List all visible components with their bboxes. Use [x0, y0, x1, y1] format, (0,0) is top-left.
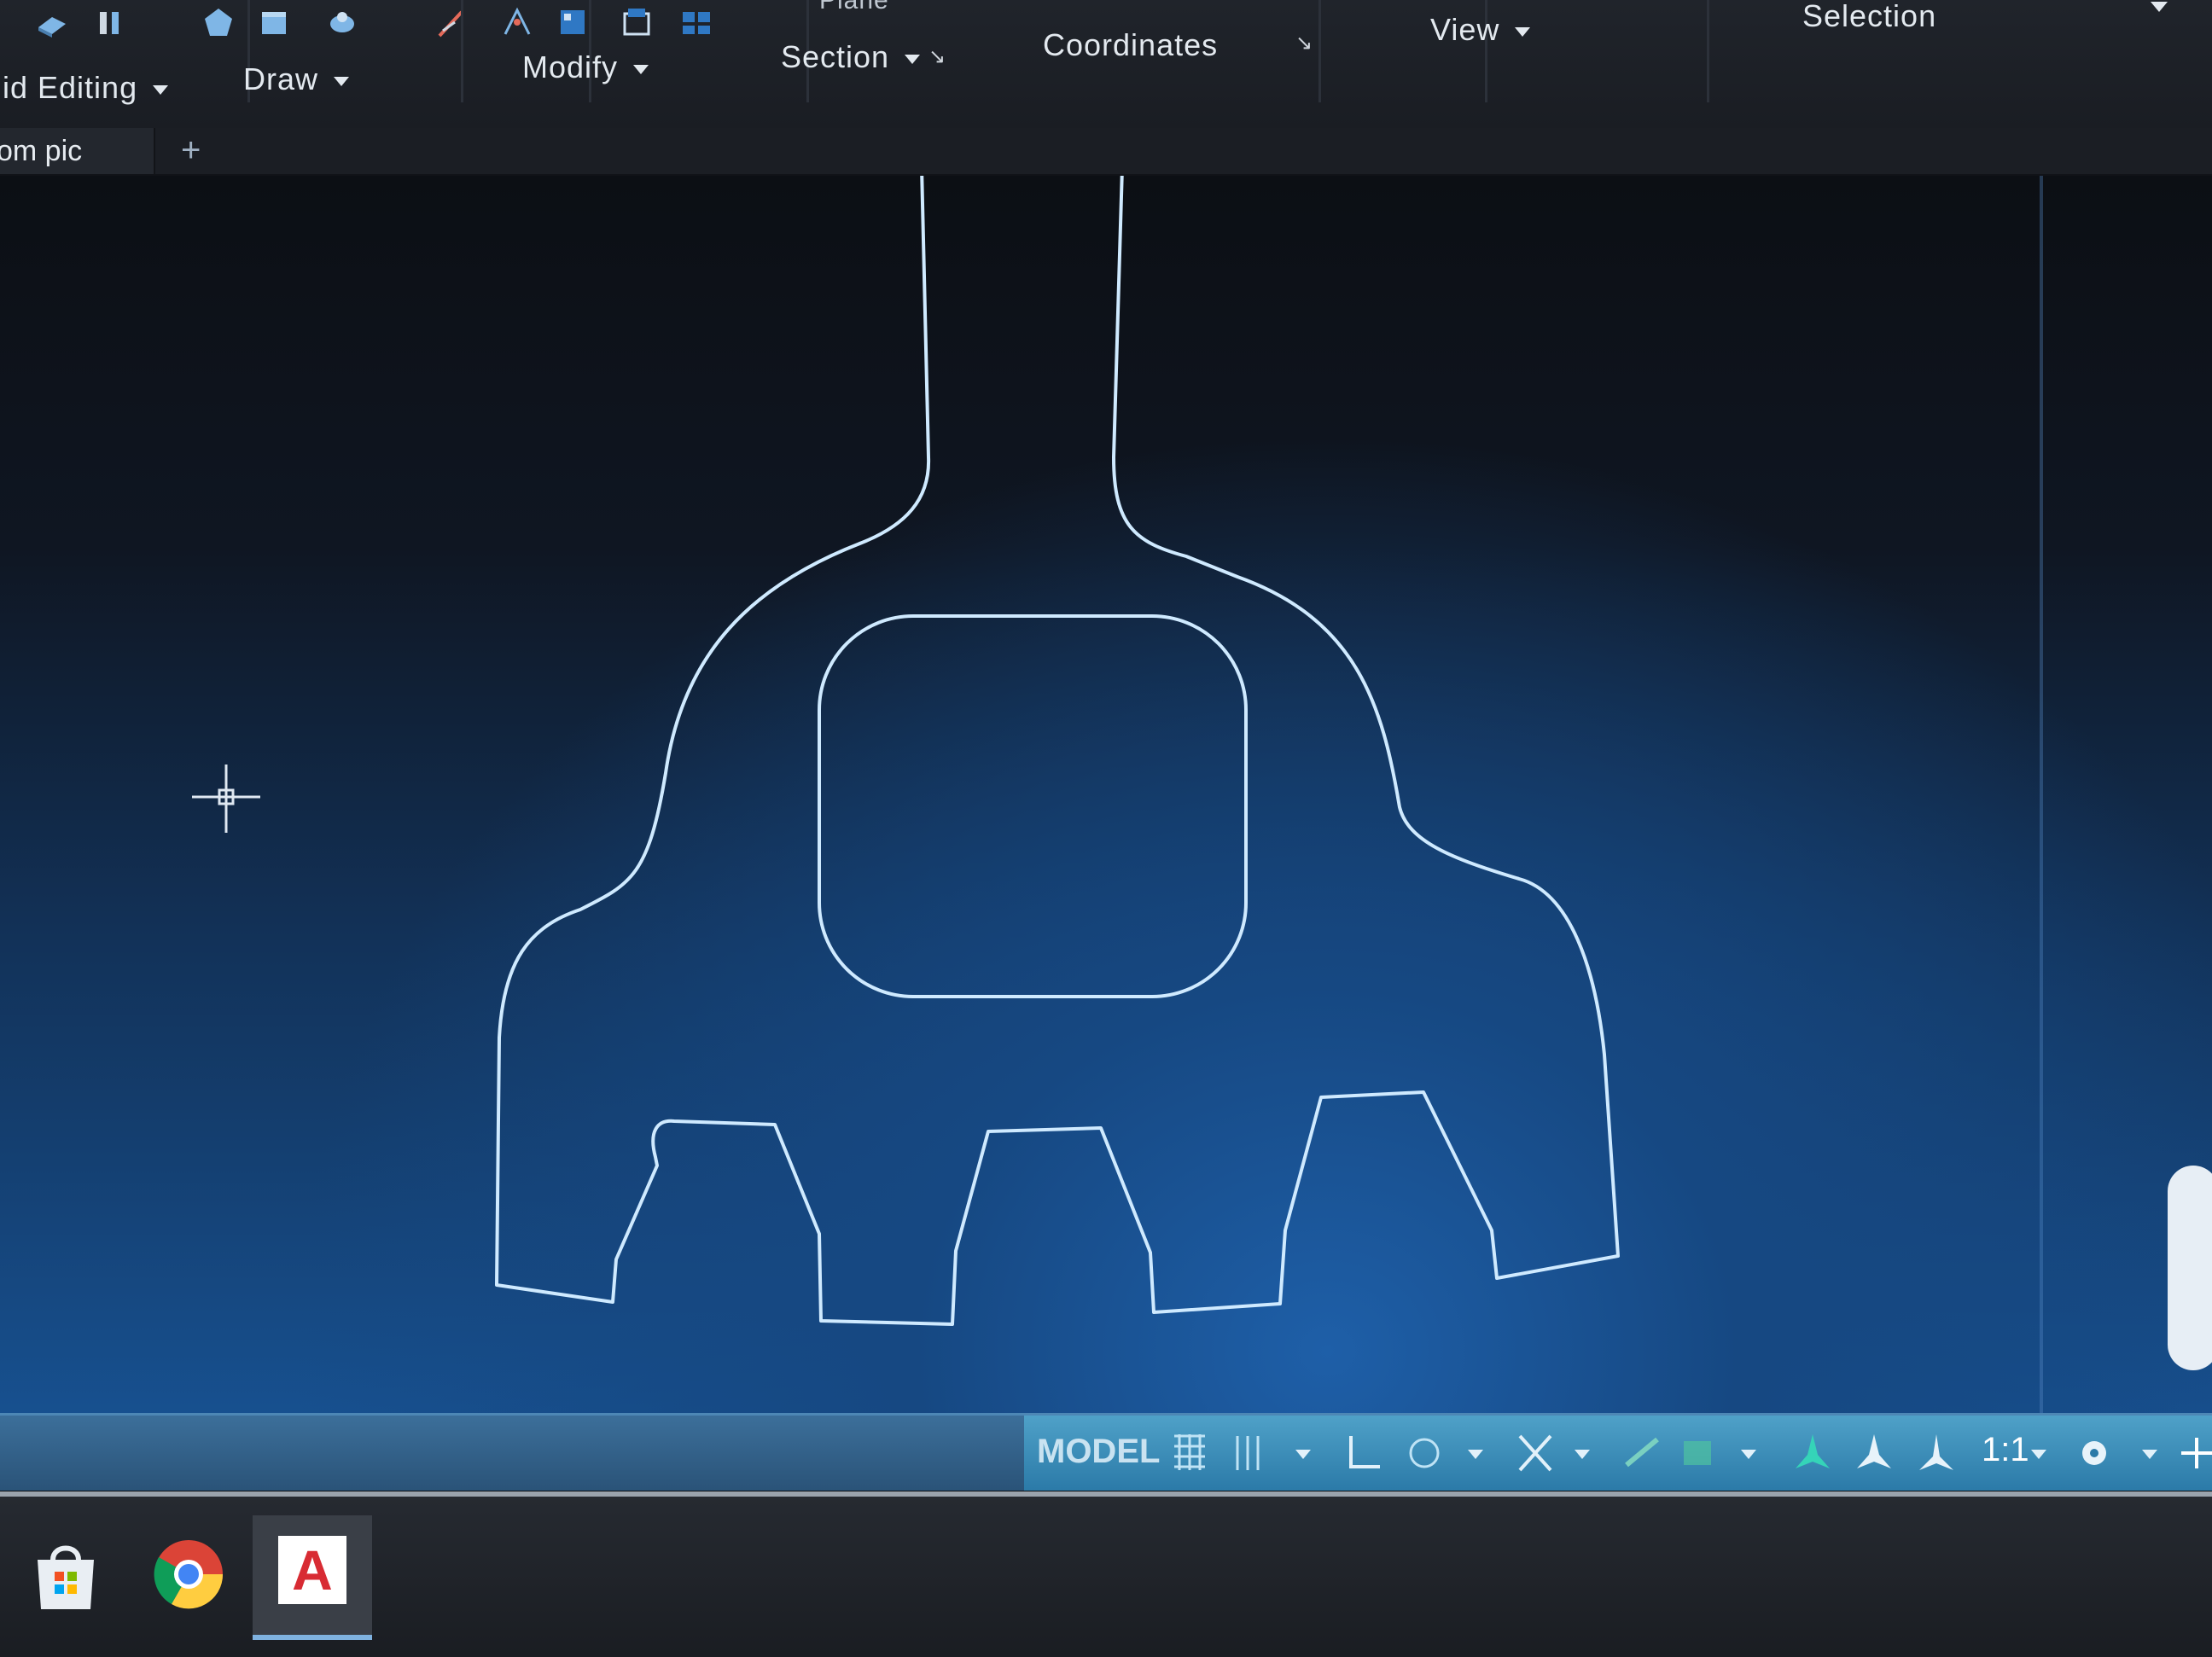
inner-rounded-rect-outline[interactable] — [818, 614, 1248, 998]
chevron-down-icon — [905, 54, 921, 64]
panel-selection[interactable]: Selection — [1802, 0, 1936, 34]
transparency-icon[interactable] — [1677, 1431, 1718, 1475]
grid-display-icon[interactable] — [1169, 1431, 1210, 1475]
auto-scale-icon[interactable] — [1854, 1431, 1895, 1475]
chevron-down-icon — [153, 84, 169, 95]
ribbon: lid Editing Draw Modify Plane Section ↘ … — [0, 0, 2212, 131]
chevron-down-icon[interactable] — [1575, 1450, 1590, 1459]
coordinates-launcher-icon[interactable]: ↘ — [1295, 31, 1313, 55]
chevron-down-icon — [1515, 26, 1531, 37]
annotation-scale-icon[interactable] — [1916, 1431, 1957, 1475]
file-tab-bar: om pic + — [0, 128, 2212, 176]
panel-modify[interactable]: Modify — [522, 49, 649, 85]
customize-plus-icon[interactable] — [2176, 1431, 2212, 1475]
move-icon[interactable] — [435, 5, 471, 39]
view-grid-icon[interactable] — [678, 5, 714, 39]
model-space-toggle[interactable]: MODEL — [1037, 1433, 1160, 1471]
separate-icon[interactable] — [94, 5, 130, 39]
polygon-icon[interactable] — [201, 5, 236, 39]
panel-label: Selection — [1802, 0, 1937, 33]
outer-profile-outline[interactable] — [495, 176, 1620, 1326]
chevron-down-icon — [633, 64, 649, 74]
chevron-down-icon[interactable] — [1468, 1450, 1483, 1459]
status-bar: MODEL 1:1 — [0, 1413, 2212, 1491]
panel-section[interactable]: Section — [781, 39, 921, 75]
chevron-down-icon[interactable] — [2031, 1450, 2046, 1459]
windows-taskbar: A — [0, 1491, 2212, 1657]
snap-mode-icon[interactable] — [1229, 1431, 1270, 1475]
rotate-icon[interactable] — [499, 5, 535, 39]
chevron-down-icon — [334, 76, 350, 86]
drawing-canvas[interactable] — [0, 176, 2212, 1413]
panel-label: lid Editing — [0, 70, 138, 105]
crosshair-cursor-icon — [192, 765, 260, 833]
drawing-viewport[interactable] — [0, 176, 2212, 1413]
viewport-edge — [2040, 176, 2043, 1413]
lineweight-icon[interactable] — [1621, 1431, 1662, 1475]
file-tab-label: om pic — [0, 135, 83, 167]
panel-solid-editing[interactable]: lid Editing — [0, 70, 169, 106]
section-plane-label: Plane — [819, 0, 889, 15]
panel-separator — [1707, 0, 1709, 102]
chrome-icon[interactable] — [142, 1527, 236, 1621]
new-tab-plus-icon[interactable]: + — [181, 131, 201, 170]
revolve-icon[interactable] — [324, 5, 360, 39]
panel-draw[interactable]: Draw — [243, 61, 350, 97]
annotation-scale-value[interactable]: 1:1 — [1982, 1431, 2029, 1469]
object-snap-icon[interactable] — [1515, 1431, 1556, 1475]
file-tab-current[interactable]: om pic — [0, 128, 155, 174]
panel-view[interactable]: View — [1430, 12, 1531, 48]
section-plane-icon[interactable] — [619, 5, 655, 39]
autocad-glyph: A — [292, 1538, 333, 1602]
section-launcher-icon[interactable]: ↘ — [928, 44, 946, 69]
windows-store-icon[interactable] — [19, 1527, 113, 1621]
annotation-visibility-icon[interactable] — [1792, 1431, 1833, 1475]
box-icon[interactable] — [256, 5, 292, 39]
panel-label: Coordinates — [1043, 27, 1219, 62]
panel-label: Modify — [522, 49, 619, 84]
ribbon-overflow-chevron-icon[interactable] — [2151, 2, 2168, 12]
autocad-icon[interactable]: A — [278, 1536, 346, 1604]
chevron-down-icon[interactable] — [1741, 1450, 1756, 1459]
ortho-mode-icon[interactable] — [1344, 1431, 1385, 1475]
chevron-down-icon[interactable] — [2142, 1450, 2157, 1459]
array-icon[interactable] — [555, 5, 591, 39]
panel-coordinates[interactable]: Coordinates — [1043, 27, 1218, 63]
gear-icon[interactable] — [2074, 1431, 2115, 1475]
chevron-down-icon[interactable] — [1295, 1450, 1311, 1459]
panel-label: Draw — [243, 61, 319, 96]
panel-separator — [1318, 0, 1321, 102]
panel-separator — [461, 0, 463, 102]
panel-label: View — [1430, 12, 1500, 47]
panel-label: Section — [781, 39, 890, 74]
extrude-face-icon[interactable] — [34, 5, 70, 39]
polar-tracking-icon[interactable] — [1404, 1431, 1445, 1475]
navigation-widget[interactable] — [2168, 1166, 2212, 1370]
